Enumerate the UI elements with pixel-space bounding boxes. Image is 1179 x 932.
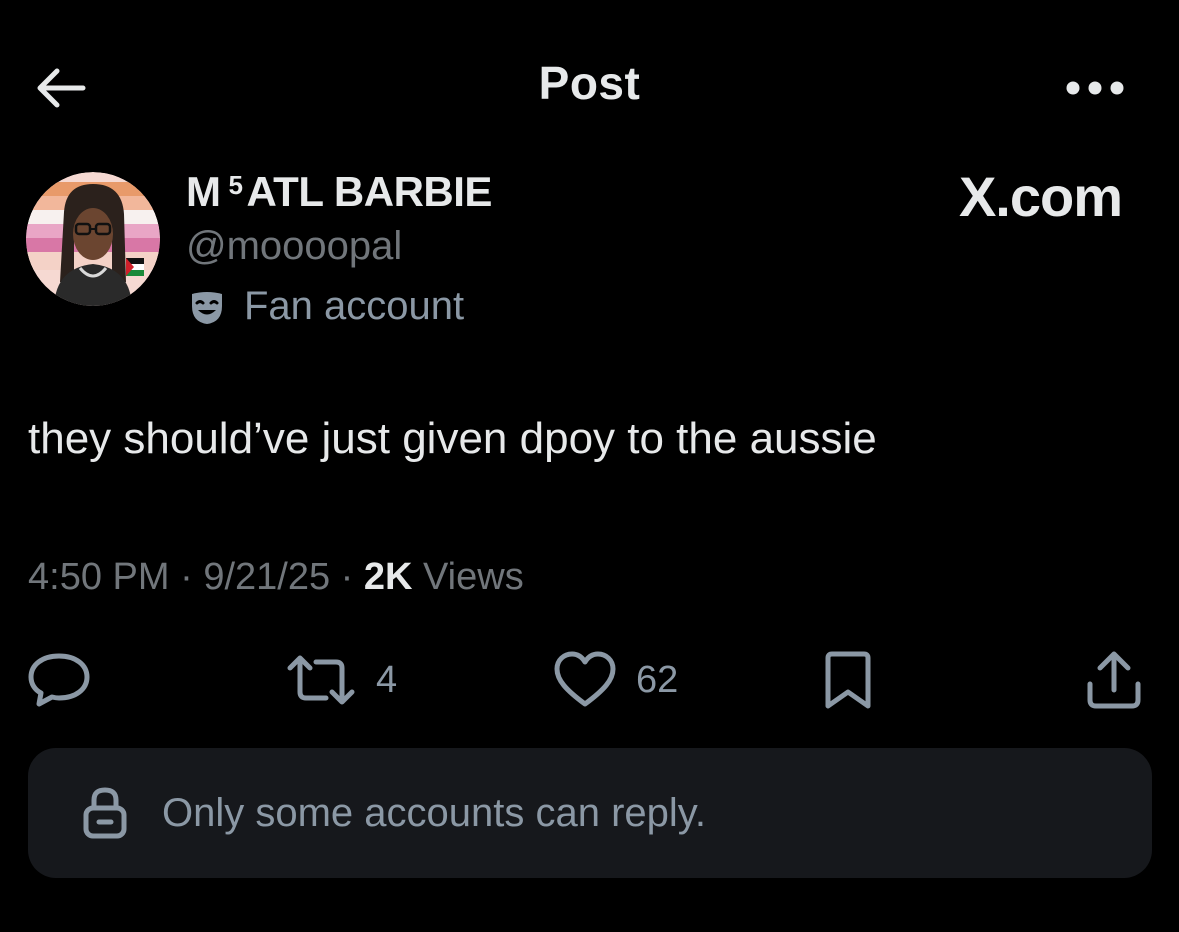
- display-name-prefix: M: [186, 168, 221, 215]
- avatar-image: [26, 172, 160, 306]
- reply-button[interactable]: [26, 648, 92, 712]
- account-label[interactable]: Fan account: [188, 284, 464, 329]
- account-label-text: Fan account: [244, 284, 465, 328]
- like-count: 62: [636, 658, 679, 701]
- display-name-suffix: ATL BARBIE: [246, 168, 492, 215]
- repost-count: 4: [376, 658, 398, 701]
- repost-button[interactable]: 4: [284, 648, 397, 712]
- handle[interactable]: @moooopal: [186, 224, 402, 269]
- more-horizontal-icon: [1066, 81, 1124, 95]
- views-count: 2K: [363, 556, 413, 598]
- meta-separator: ·: [169, 556, 204, 598]
- watermark: X.com: [958, 165, 1123, 228]
- post-text: they should’ve just given dpoy to the au…: [28, 414, 877, 463]
- reply-restriction-text: Only some accounts can reply.: [162, 790, 706, 835]
- bookmark-button[interactable]: [818, 648, 878, 712]
- lock-icon: [80, 785, 130, 841]
- reply-bubble-icon: [28, 653, 90, 707]
- theater-mask-icon: [192, 291, 222, 324]
- post-meta: 4:50 PM · 9/21/25 · 2K Views: [28, 556, 524, 599]
- post-time[interactable]: 4:50 PM: [28, 556, 170, 598]
- repost-icon: [287, 655, 355, 705]
- more-button[interactable]: [1060, 70, 1130, 106]
- views-label: Views: [412, 556, 524, 598]
- page-title: Post: [538, 57, 641, 109]
- display-name-superscript: 5: [228, 170, 243, 200]
- like-button[interactable]: 62: [552, 648, 678, 712]
- display-name[interactable]: M 5ATL BARBIE: [186, 168, 492, 216]
- heart-icon: [554, 651, 616, 707]
- share-icon: [1087, 651, 1141, 709]
- meta-separator: ·: [330, 556, 364, 598]
- bookmark-icon: [825, 651, 871, 709]
- avatar[interactable]: [26, 172, 160, 306]
- post-date[interactable]: 9/21/25: [203, 556, 330, 598]
- reply-restriction-banner: Only some accounts can reply.: [28, 748, 1152, 878]
- share-button[interactable]: [1082, 648, 1146, 712]
